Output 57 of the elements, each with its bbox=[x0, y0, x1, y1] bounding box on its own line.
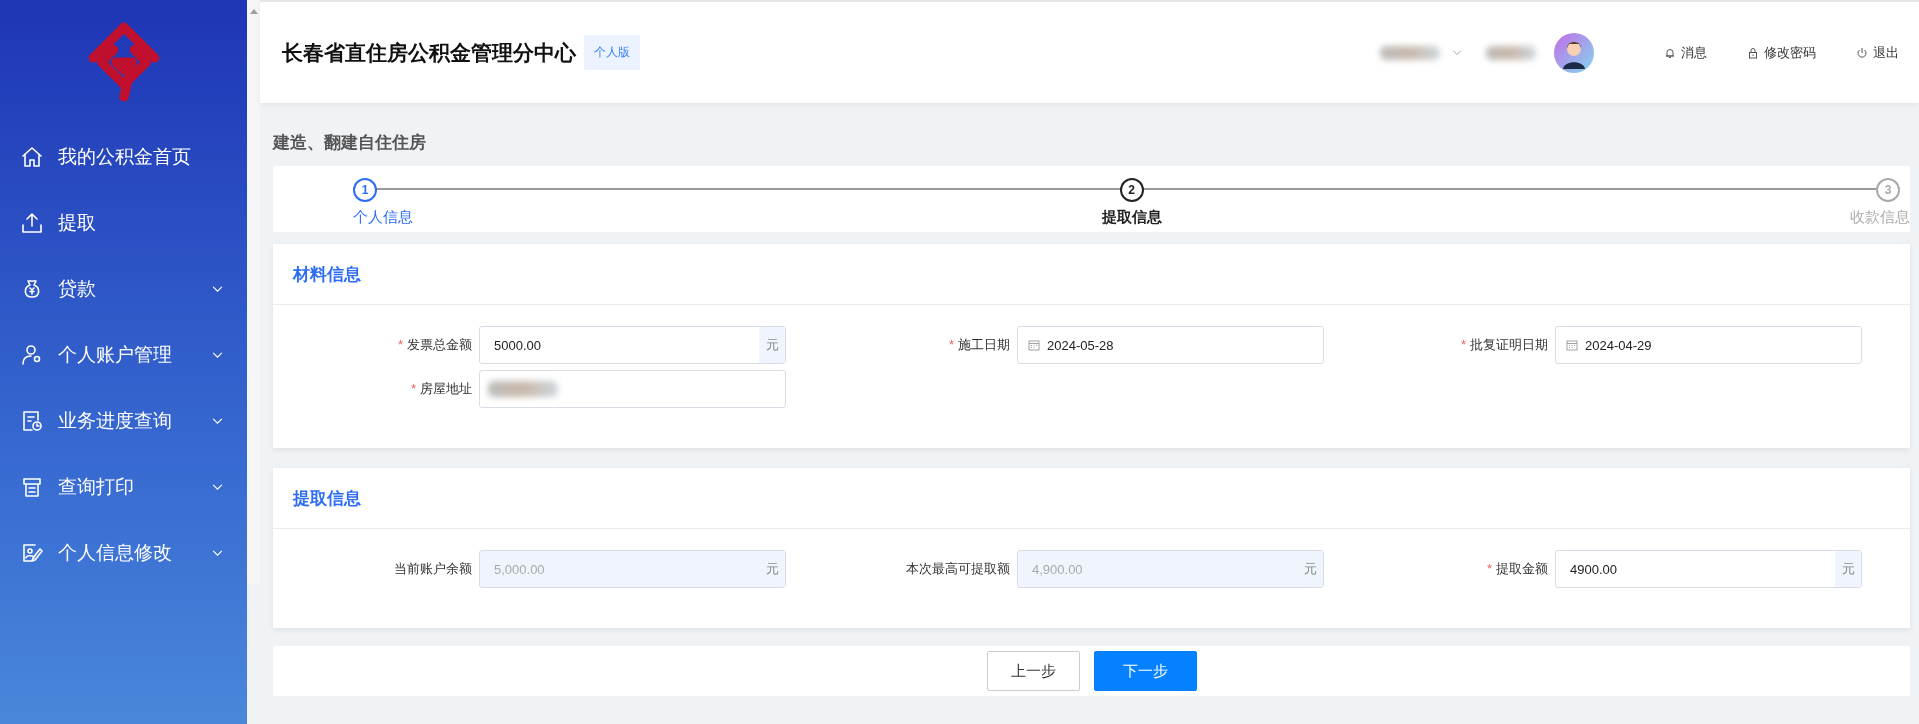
calendar-icon bbox=[1028, 339, 1040, 351]
site-title: 长春省直住房公积金管理分中心 bbox=[282, 39, 576, 66]
redacted-account bbox=[1380, 45, 1440, 60]
chevron-down-icon[interactable] bbox=[1452, 49, 1462, 56]
field-label: * 施工日期 bbox=[947, 336, 1011, 354]
header-link[interactable]: 修改密码 bbox=[1747, 43, 1816, 62]
redacted-address bbox=[488, 381, 558, 397]
chevron-down-icon bbox=[212, 285, 223, 293]
lock-icon bbox=[1747, 46, 1759, 59]
step-number: 2 bbox=[1119, 178, 1144, 202]
step-label: 提取信息 bbox=[1101, 208, 1162, 227]
calendar-icon bbox=[1566, 339, 1578, 351]
step-label: 个人信息 bbox=[353, 208, 413, 227]
date-field[interactable]: 2024-04-29 bbox=[1555, 326, 1862, 364]
home-icon bbox=[20, 145, 44, 169]
address-field[interactable] bbox=[479, 370, 786, 408]
back-button[interactable]: 上一步 bbox=[986, 651, 1080, 691]
next-button[interactable]: 下一步 bbox=[1093, 651, 1197, 691]
scrollbar[interactable] bbox=[247, 0, 260, 584]
menu-item[interactable]: 个人账户管理 bbox=[0, 322, 247, 388]
amount-field[interactable]: 4900.00 元 bbox=[1555, 550, 1862, 588]
menu-item[interactable]: 业务进度查询 bbox=[0, 388, 247, 454]
header-link[interactable]: 退出 bbox=[1856, 43, 1899, 62]
menu-item[interactable]: 贷款 bbox=[0, 256, 247, 322]
chevron-down-icon bbox=[212, 417, 223, 425]
section-title: 提取信息 bbox=[293, 487, 361, 510]
field-label: * 批复证明日期 bbox=[1459, 336, 1549, 354]
step-label: 收款信息 bbox=[1850, 208, 1910, 227]
redacted-name bbox=[1486, 45, 1536, 60]
field-label: * 房屋地址 bbox=[409, 380, 473, 398]
section-title: 材料信息 bbox=[293, 263, 361, 286]
edition-tag: 个人版 bbox=[584, 35, 640, 70]
document-clock-icon bbox=[20, 409, 44, 433]
step-number: 3 bbox=[1876, 178, 1900, 202]
chevron-down-icon bbox=[212, 351, 223, 359]
scroll-up-icon[interactable] bbox=[249, 9, 258, 14]
bell-icon bbox=[1664, 46, 1676, 59]
step-number: 1 bbox=[353, 178, 377, 202]
field-label: * 提取金额 bbox=[1485, 560, 1549, 578]
menu-item[interactable]: 提取 bbox=[0, 190, 247, 256]
field-label: * 发票总金额 bbox=[396, 336, 473, 354]
field-label: 本次最高可提取额 bbox=[905, 560, 1011, 578]
menu-item[interactable]: 个人信息修改 bbox=[0, 520, 247, 586]
upload-icon bbox=[20, 211, 44, 235]
power-icon bbox=[1856, 46, 1868, 59]
field-label: 当前账户余额 bbox=[393, 560, 473, 578]
menu-item[interactable]: 我的公积金首页 bbox=[0, 124, 247, 190]
edit-profile-icon bbox=[20, 541, 44, 565]
menu-item[interactable]: 查询打印 bbox=[0, 454, 247, 520]
header-link[interactable]: 消息 bbox=[1664, 43, 1707, 62]
chevron-down-icon bbox=[212, 549, 223, 557]
avatar-icon[interactable] bbox=[1554, 32, 1594, 73]
amount-field[interactable]: 5000.00 元 bbox=[479, 326, 786, 364]
page-title: 建造、翻建自住住房 bbox=[273, 132, 427, 154]
date-field[interactable]: 2024-05-28 bbox=[1017, 326, 1324, 364]
chevron-down-icon bbox=[212, 483, 223, 491]
printer-icon bbox=[20, 475, 44, 499]
